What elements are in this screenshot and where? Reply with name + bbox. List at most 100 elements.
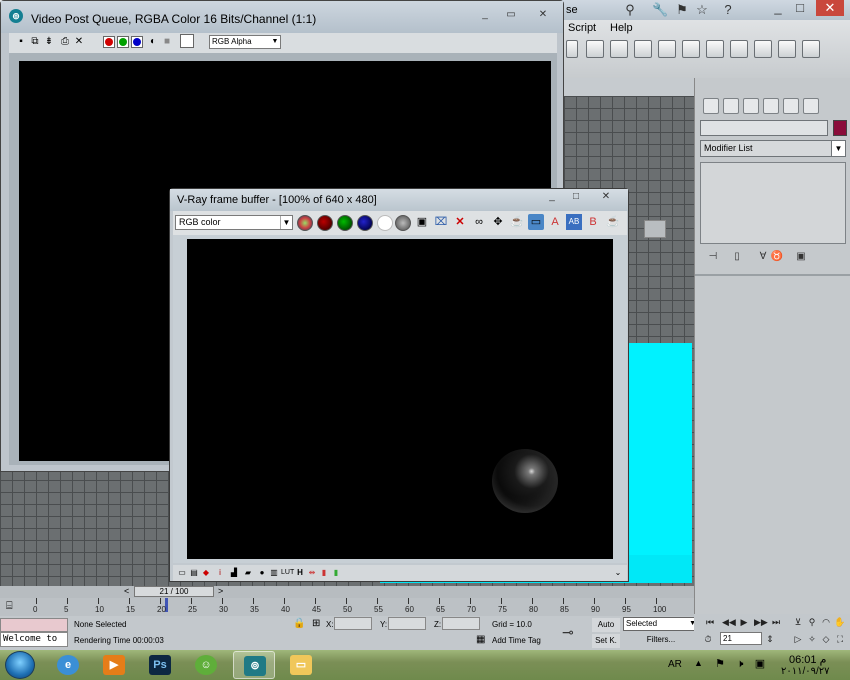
- tray-clock-time[interactable]: 06:01 م: [789, 653, 826, 666]
- configure-sets-icon[interactable]: ▣: [794, 250, 808, 264]
- language-indicator[interactable]: AR: [668, 659, 682, 670]
- play-icon[interactable]: ▶: [738, 616, 750, 628]
- modifier-list-dropdown[interactable]: Modifier List ▼: [700, 140, 846, 157]
- volume-icon[interactable]: 🕨: [734, 658, 746, 670]
- ribbon-icon[interactable]: [658, 40, 676, 58]
- minimize-icon[interactable]: _: [542, 191, 562, 205]
- lock-selection-icon[interactable]: 🔒: [293, 618, 305, 629]
- time-slider-prev[interactable]: <: [124, 586, 129, 596]
- monochrome-icon[interactable]: ■: [161, 36, 173, 48]
- help-icon[interactable]: ?: [720, 2, 736, 18]
- track-icon[interactable]: ⇟: [43, 36, 55, 48]
- close-icon[interactable]: ✕: [533, 9, 553, 23]
- info-icon[interactable]: i: [215, 567, 225, 578]
- clear-image-icon[interactable]: ✕: [452, 214, 468, 230]
- show-end-result-icon[interactable]: ▯: [730, 250, 744, 264]
- taskbar-messenger[interactable]: ☺: [185, 651, 227, 679]
- clear-icon[interactable]: ✕: [73, 36, 85, 48]
- lut-icon[interactable]: LUT: [281, 567, 294, 578]
- time-slider[interactable]: < 21 / 100 >: [0, 586, 694, 598]
- maximize-icon[interactable]: ▭: [501, 9, 521, 23]
- green-channel-toggle[interactable]: [117, 36, 129, 48]
- menu-help[interactable]: Help: [610, 22, 633, 34]
- object-color-swatch[interactable]: [833, 120, 847, 136]
- utilities-tab-icon[interactable]: [803, 98, 819, 114]
- maximize-icon[interactable]: □: [792, 0, 808, 16]
- key-filter-dropdown[interactable]: Selected ▼: [623, 617, 699, 631]
- hdr-icon[interactable]: H: [295, 567, 305, 578]
- modifier-stack[interactable]: [700, 162, 846, 244]
- pin-stack-icon[interactable]: ⊣: [706, 250, 720, 264]
- modify-tab-icon[interactable]: [723, 98, 739, 114]
- history-icon[interactable]: ▤: [189, 567, 199, 578]
- track-mouse-icon[interactable]: ✥: [490, 214, 506, 230]
- compare-a-icon[interactable]: A: [547, 214, 563, 230]
- vfb-render-canvas[interactable]: [187, 239, 613, 559]
- time-config-icon[interactable]: ⏱: [702, 633, 714, 645]
- mirror-icon[interactable]: [586, 40, 604, 58]
- orbit-subobject-icon[interactable]: ◇: [820, 633, 832, 645]
- current-frame-field[interactable]: 21: [720, 632, 762, 645]
- start-button[interactable]: [5, 651, 35, 679]
- curve-editor-icon[interactable]: [682, 40, 700, 58]
- align-icon[interactable]: [610, 40, 628, 58]
- expand-chevron-icon[interactable]: ⌄: [613, 567, 623, 578]
- save-icon[interactable]: ▣: [414, 214, 430, 230]
- taskbar-internet-explorer[interactable]: e: [47, 651, 89, 679]
- render-setup-icon[interactable]: [754, 40, 772, 58]
- red-channel-button[interactable]: [317, 215, 333, 231]
- render-teapot-icon[interactable]: ☕: [509, 214, 525, 230]
- time-slider-thumb[interactable]: 21 / 100: [134, 586, 214, 597]
- green-channel-button[interactable]: [337, 215, 353, 231]
- material-editor-icon[interactable]: [730, 40, 748, 58]
- open-folder-icon[interactable]: ⌧: [433, 214, 449, 230]
- set-key-button[interactable]: Set K.: [592, 634, 620, 648]
- z-coordinate-field[interactable]: [442, 617, 480, 630]
- show-hidden-icons-icon[interactable]: ▲: [694, 658, 703, 668]
- go-to-end-icon[interactable]: ⏭: [770, 616, 782, 628]
- layers-icon[interactable]: [634, 40, 652, 58]
- vfb-titlebar[interactable]: V-Ray frame buffer - [100% of 640 x 480]…: [170, 189, 628, 211]
- taskbar-explorer[interactable]: ▭: [280, 651, 322, 679]
- filters-button[interactable]: Filters...: [623, 633, 699, 647]
- print-icon[interactable]: ⎙: [59, 36, 71, 48]
- track-bar[interactable]: ⌸ 0 5 10 15 20 25 30 35 40 45 50 55 60 65 70 75 80 85 90 95…: [0, 598, 694, 616]
- srgb-icon[interactable]: ▮: [319, 567, 329, 578]
- levels-icon[interactable]: ▟: [229, 567, 239, 578]
- time-slider-next[interactable]: >: [218, 586, 223, 596]
- alpha-channel-button[interactable]: [377, 215, 393, 231]
- vfb-channel-select[interactable]: RGB color ▼: [175, 215, 293, 230]
- stereo-icon[interactable]: ▮: [331, 567, 341, 578]
- auto-key-button[interactable]: Auto: [592, 618, 620, 632]
- display-tab-icon[interactable]: [783, 98, 799, 114]
- dropdown-arrow-icon[interactable]: [566, 40, 578, 58]
- blue-channel-button[interactable]: [357, 215, 373, 231]
- histogram-icon[interactable]: ▥: [269, 567, 279, 578]
- viewcube[interactable]: [644, 220, 666, 238]
- render-production-icon[interactable]: [802, 40, 820, 58]
- maximize-viewport-icon[interactable]: ⛶: [834, 633, 846, 645]
- schematic-view-icon[interactable]: [706, 40, 724, 58]
- taskbar-3dsmax[interactable]: ⊚: [233, 651, 275, 679]
- rgb-channels-button[interactable]: [297, 215, 313, 231]
- hierarchy-tab-icon[interactable]: [743, 98, 759, 114]
- motion-tab-icon[interactable]: [763, 98, 779, 114]
- favorites-star-icon[interactable]: ☆: [694, 2, 710, 18]
- vpq-titlebar[interactable]: ⊚ Video Post Queue, RGBA Color 16 Bits/C…: [1, 1, 563, 33]
- compare-ab-icon[interactable]: AB: [566, 214, 582, 230]
- render-last-teapot-icon[interactable]: ☕: [605, 214, 621, 230]
- taskbar-media-player[interactable]: ▶: [93, 651, 135, 679]
- duplicate-to-max-vfb-icon[interactable]: ∞: [471, 214, 487, 230]
- go-to-start-icon[interactable]: ⏮: [704, 616, 716, 628]
- color-corrections-icon[interactable]: ▭: [177, 567, 187, 578]
- curve-icon[interactable]: ▰: [243, 567, 253, 578]
- monochrome-button[interactable]: [395, 215, 411, 231]
- key-icon[interactable]: ⊸: [562, 624, 574, 641]
- blue-channel-toggle[interactable]: [131, 36, 143, 48]
- pan-icon[interactable]: ✋: [834, 616, 846, 628]
- network-icon[interactable]: ▣: [754, 658, 766, 670]
- exposure-icon[interactable]: ●: [257, 567, 267, 578]
- lens-effects-icon[interactable]: ◆: [201, 567, 211, 578]
- tray-clock-date[interactable]: ٢٠١١/٠٩/٢٧: [781, 666, 830, 677]
- walk-through-icon[interactable]: ✧: [806, 633, 818, 645]
